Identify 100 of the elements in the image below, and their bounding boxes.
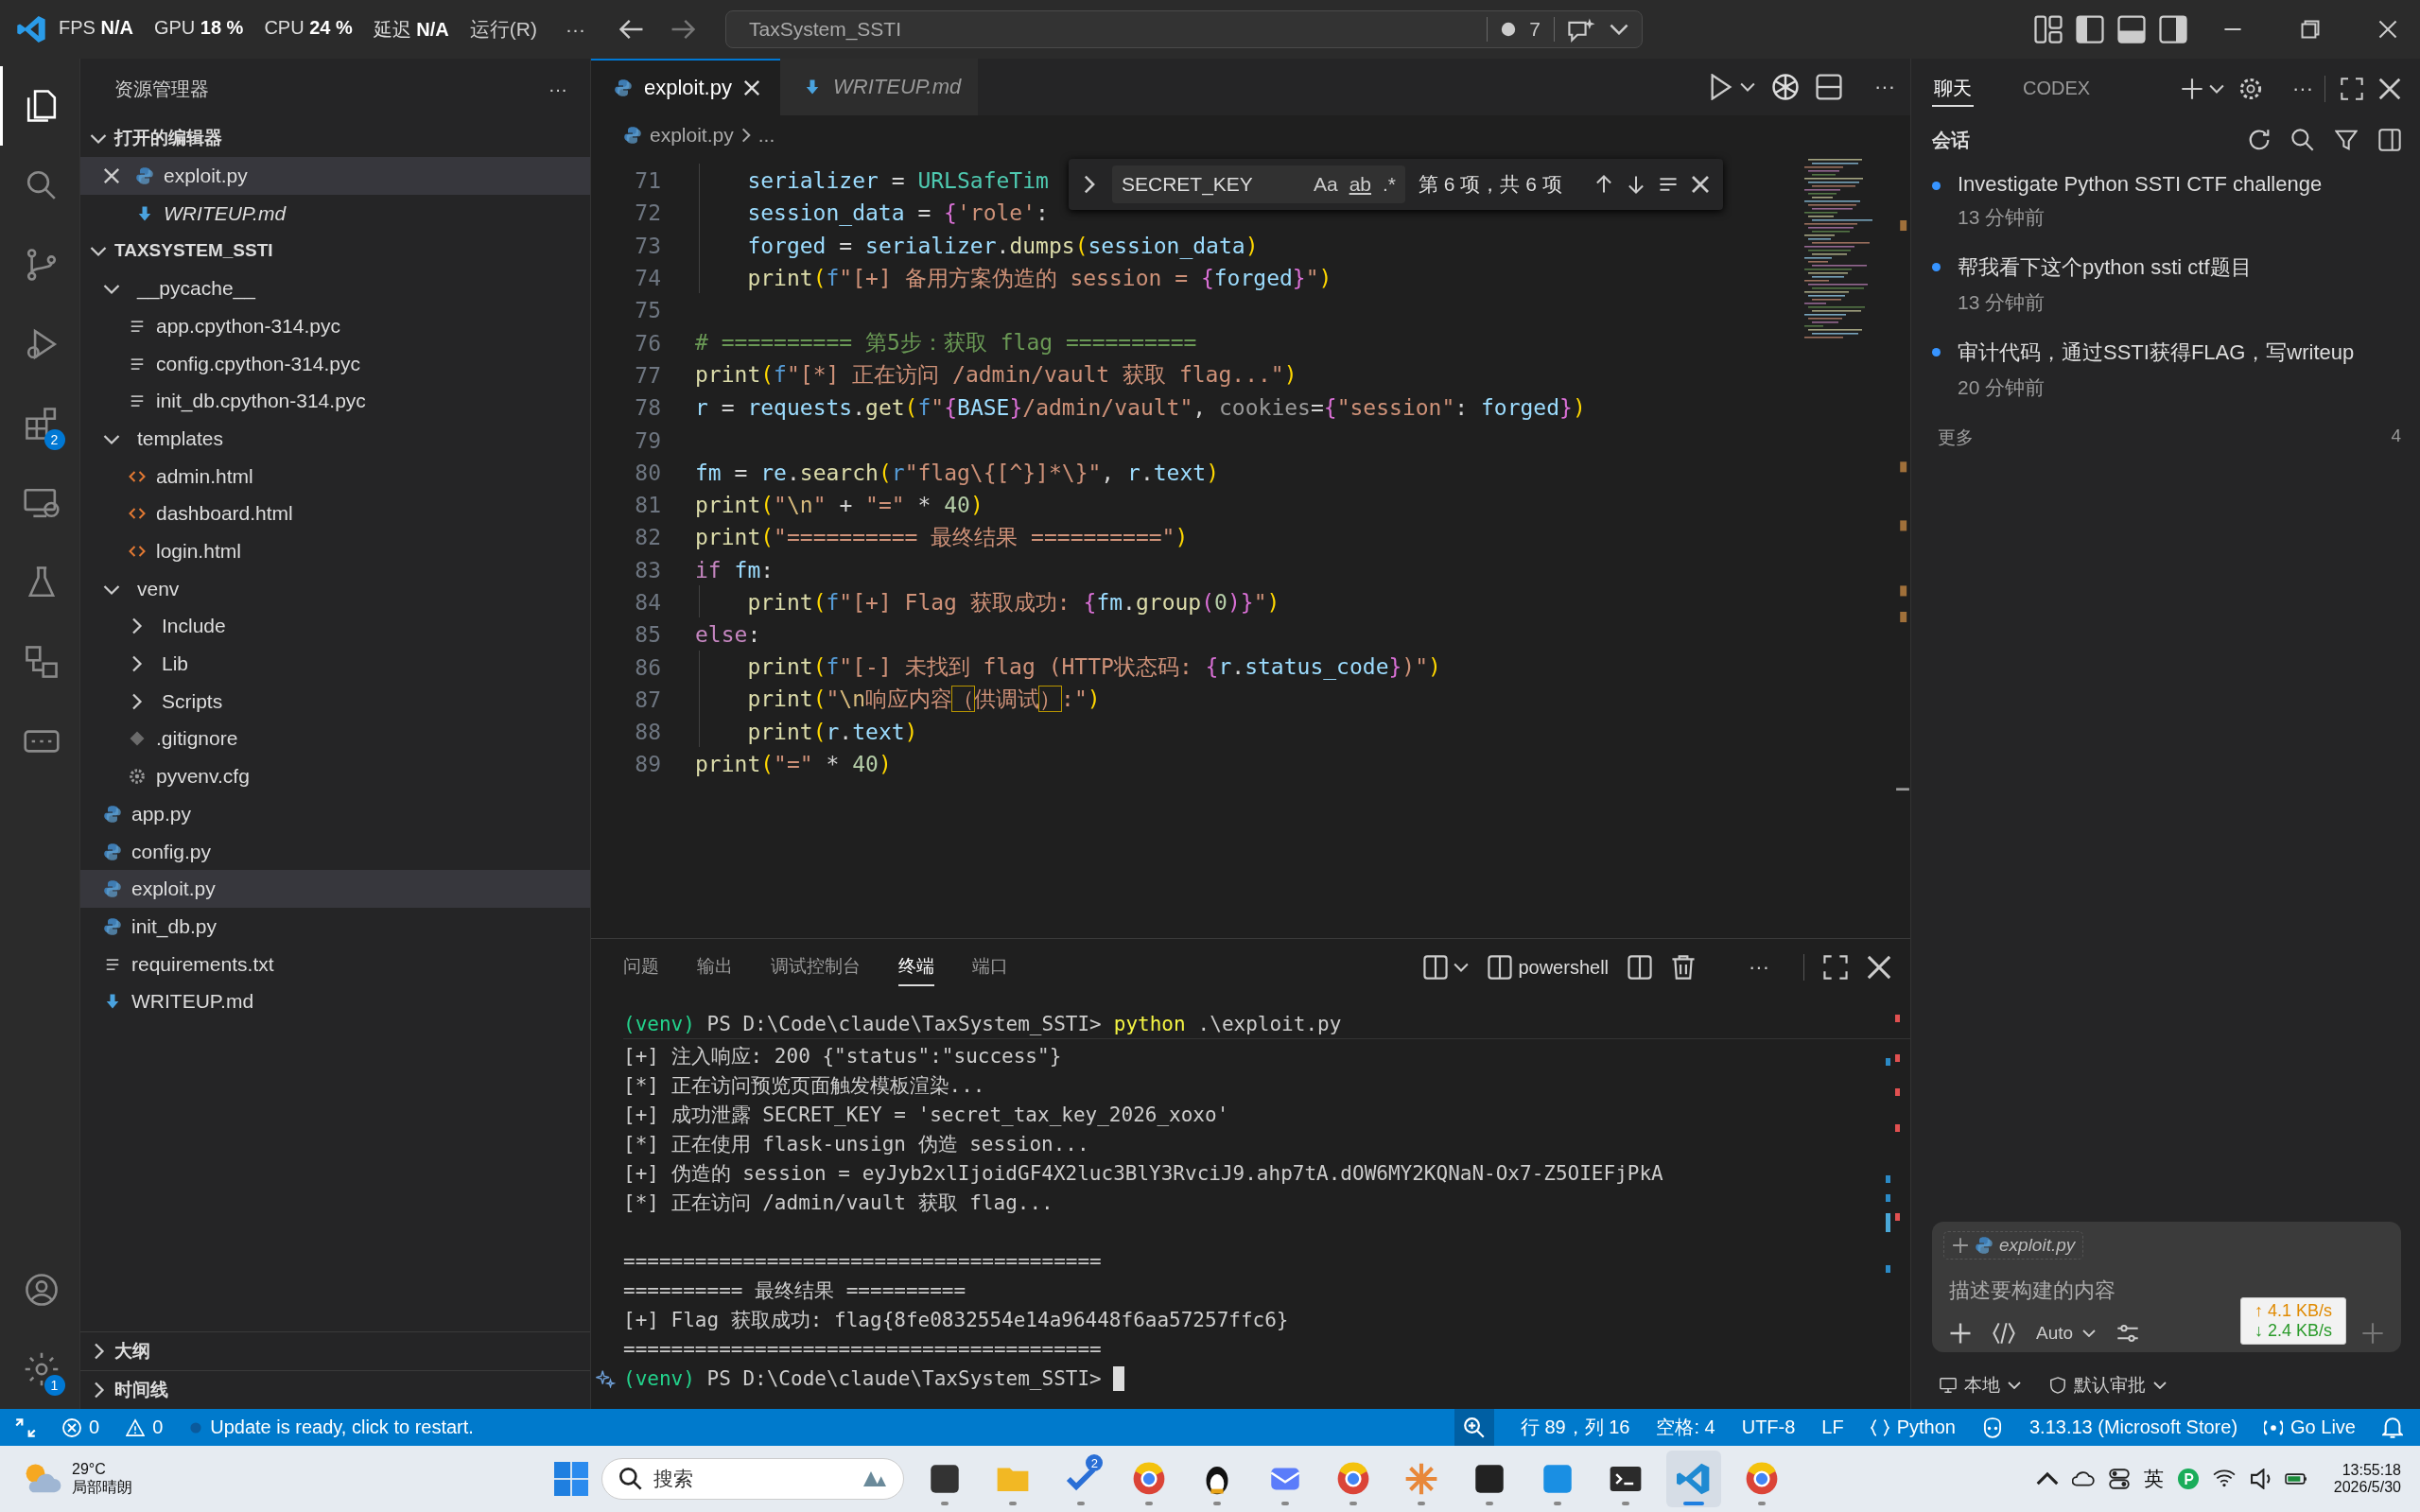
close-icon[interactable]	[2378, 20, 2397, 39]
file-item[interactable]: dashboard.html	[80, 495, 590, 533]
split-editor-icon[interactable]	[1816, 74, 1842, 100]
wifi-icon[interactable]	[2212, 1469, 2236, 1489]
file-item[interactable]: login.html	[80, 532, 590, 570]
error-count[interactable]: 0	[89, 1416, 100, 1438]
warning-count[interactable]: 0	[152, 1416, 164, 1438]
file-item[interactable]: init_db.cpython-314.pyc	[80, 382, 590, 421]
chat-tab[interactable]: CODEX	[2021, 73, 2093, 105]
editor-tab[interactable]: WRITEUP.md	[780, 59, 979, 115]
chat-input-box[interactable]: exploit.py 描述要构建的内容 Auto ↑ 4.1 KB/s ↓ 2.4 KB/s	[1932, 1222, 2401, 1352]
chat-tab[interactable]: 聊天	[1932, 71, 1974, 107]
folder-item[interactable]: Scripts	[80, 682, 590, 721]
bell-icon[interactable]	[2382, 1416, 2403, 1438]
panel-tab[interactable]: 终端	[898, 948, 934, 986]
refresh-icon[interactable]	[2248, 129, 2271, 151]
file-item[interactable]: config.cpython-314.pyc	[80, 344, 590, 383]
folder-item[interactable]: Lib	[80, 645, 590, 683]
toggle-secondary-sidebar-icon[interactable]	[2159, 15, 2187, 43]
code-editor-icon[interactable]	[1677, 1462, 1712, 1496]
file-item[interactable]: config.py	[80, 832, 590, 871]
language-status[interactable]: Python	[1896, 1416, 1956, 1438]
more-sessions-link[interactable]: 更多	[1938, 426, 1974, 450]
start-icon[interactable]	[554, 1462, 589, 1496]
session-item[interactable]: 帮我看下这个python ssti ctf题目 13 分钟前	[1932, 242, 2401, 327]
filter-icon[interactable]	[2335, 129, 2358, 151]
status-item[interactable]: LF	[1821, 1416, 1844, 1438]
sliders-icon[interactable]	[2116, 1322, 2140, 1345]
clock-time[interactable]: 13:55:18	[2342, 1462, 2401, 1479]
panel-tab[interactable]: 问题	[623, 948, 659, 986]
clock-date[interactable]: 2026/5/30	[2333, 1479, 2401, 1496]
search-icon[interactable]	[2291, 129, 2314, 151]
folder-item[interactable]: Include	[80, 607, 590, 646]
robot-icon[interactable]	[1981, 1416, 2003, 1438]
toggle-panel-icon[interactable]	[2117, 15, 2146, 43]
terminal-selector[interactable]: powershell	[1518, 956, 1609, 979]
tray-app-icon[interactable]	[2176, 1469, 2200, 1489]
context-chip[interactable]: exploit.py	[1943, 1231, 2084, 1260]
open-editor-item[interactable]: exploit.py	[80, 157, 590, 195]
monitor-icon[interactable]	[1940, 1377, 1957, 1394]
find-field[interactable]: SECRET_KEY Aa ab .*	[1112, 165, 1405, 203]
folder-item[interactable]: __pycache__	[80, 269, 590, 308]
tools-icon[interactable]	[1993, 1322, 2015, 1345]
approval-dropdown[interactable]: 默认审批	[2074, 1373, 2146, 1398]
file-item[interactable]: pyvenv.cfg	[80, 757, 590, 795]
plus-icon[interactable]	[1952, 1237, 1969, 1254]
status-item[interactable]: 空格: 4	[1656, 1415, 1715, 1440]
location-dropdown[interactable]: 本地	[1964, 1373, 2000, 1398]
cursor-position[interactable]: 行 89，列 16	[1520, 1415, 1630, 1440]
match-case-toggle[interactable]: Aa	[1313, 173, 1338, 196]
folder-item[interactable]: venv	[80, 569, 590, 608]
sidebar-icon[interactable]	[2378, 129, 2401, 151]
file-item[interactable]: app.py	[80, 795, 590, 833]
regex-toggle[interactable]: .*	[1383, 173, 1396, 196]
back-arrow-icon[interactable]	[618, 19, 644, 40]
maximize-icon[interactable]	[1823, 955, 1848, 980]
file-item[interactable]: exploit.py	[80, 870, 590, 909]
panel-tab[interactable]: 端口	[972, 948, 1008, 986]
chevron-down-icon[interactable]	[2008, 1382, 2021, 1389]
layout-icon[interactable]	[1423, 955, 1449, 980]
forward-arrow-icon[interactable]	[670, 19, 695, 40]
command-center[interactable]: TaxSystem_SSTI 7	[724, 10, 1643, 48]
close-icon[interactable]	[103, 166, 120, 184]
more-menu-button[interactable]: ···	[557, 18, 593, 41]
close-icon[interactable]	[2378, 78, 2401, 100]
terminal-panel-icon[interactable]	[1488, 955, 1513, 980]
maximize-icon[interactable]	[2341, 78, 2363, 100]
chevron-down-icon[interactable]	[1454, 963, 1470, 972]
speaker-icon[interactable]	[2248, 1469, 2272, 1489]
panel-tab[interactable]: 调试控制台	[771, 948, 861, 986]
trash-icon[interactable]	[1671, 955, 1696, 980]
settings-icon[interactable]	[2239, 78, 2262, 100]
warning-icon[interactable]	[126, 1417, 146, 1437]
chevron-down-icon[interactable]	[1609, 24, 1628, 35]
diagram-icon[interactable]	[23, 644, 60, 680]
plus-icon[interactable]	[2181, 78, 2203, 100]
open-editor-item[interactable]: WRITEUP.md	[80, 194, 590, 233]
more-actions-button[interactable]: ···	[1749, 955, 1769, 980]
close-icon[interactable]	[1690, 175, 1710, 194]
toggle-icon[interactable]	[2107, 1469, 2131, 1489]
close-icon[interactable]	[742, 79, 760, 96]
session-item[interactable]: 审计代码，通过SSTI获得FLAG，写writeup 20 分钟前	[1932, 327, 2401, 412]
chevron-down-icon[interactable]	[2209, 84, 2224, 94]
taskbar-search-field[interactable]: 搜索	[601, 1458, 905, 1500]
shield-icon[interactable]	[2049, 1377, 2066, 1394]
error-icon[interactable]	[62, 1417, 81, 1437]
section-header[interactable]: 打开的编辑器	[80, 119, 590, 157]
browser-icon[interactable]	[1132, 1462, 1167, 1496]
chevron-down-icon[interactable]	[1740, 82, 1755, 92]
close-icon[interactable]	[1867, 955, 1891, 980]
input-method-indicator[interactable]: 英	[2143, 1466, 2164, 1492]
section-header[interactable]: 大纲	[80, 1331, 590, 1370]
restore-icon[interactable]	[2301, 20, 2320, 39]
mode-dropdown[interactable]: Auto	[2036, 1323, 2074, 1344]
file-item[interactable]: .gitignore	[80, 720, 590, 758]
file-item[interactable]: admin.html	[80, 457, 590, 495]
chevron-down-icon[interactable]	[2082, 1330, 2097, 1337]
folder-item[interactable]: templates	[80, 420, 590, 458]
interpreter-status[interactable]: 3.13.13 (Microsoft Store)	[2028, 1416, 2238, 1438]
editor-tab[interactable]: exploit.py	[591, 59, 780, 115]
